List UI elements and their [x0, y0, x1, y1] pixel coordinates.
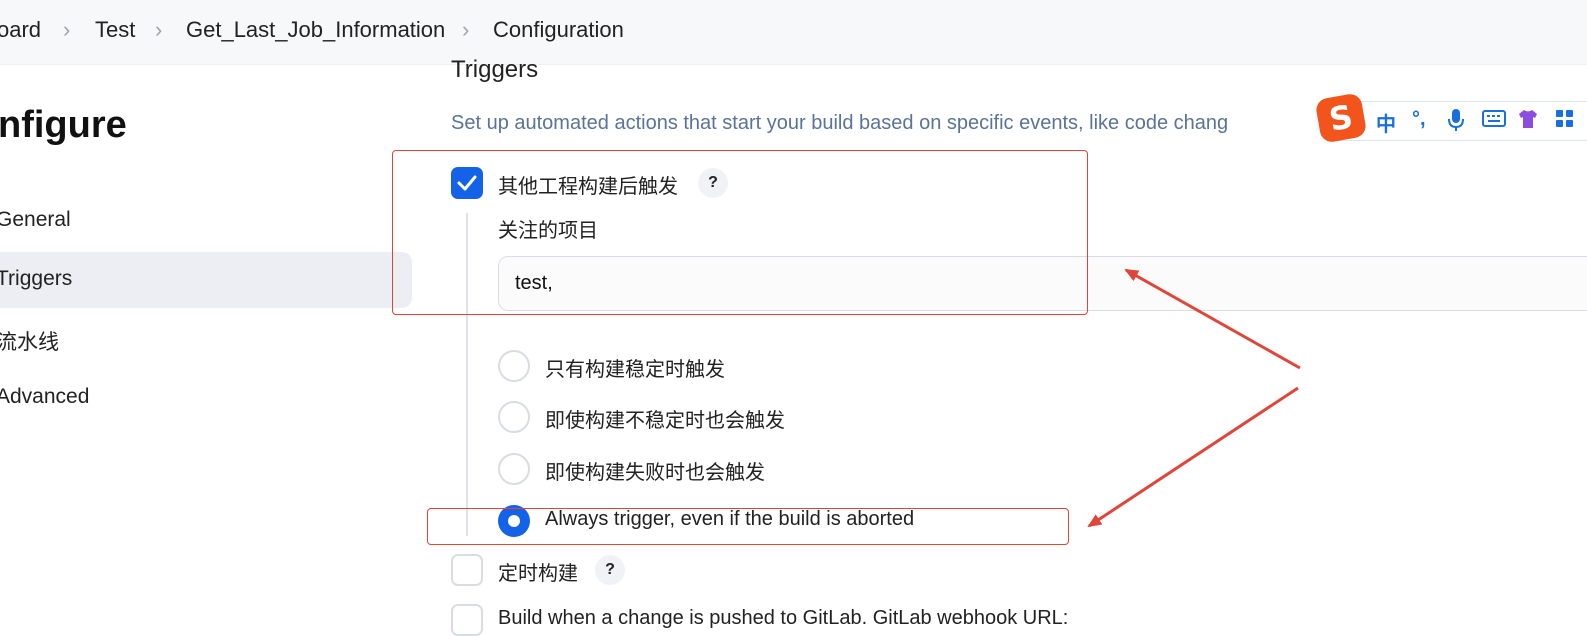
skin-icon[interactable]: [1517, 108, 1539, 136]
annotation-arrow-icon: [1087, 386, 1299, 528]
punctuation-icon[interactable]: °,: [1412, 108, 1426, 131]
keyboard-icon[interactable]: [1482, 108, 1506, 134]
apps-icon[interactable]: [1554, 108, 1576, 136]
microphone-icon[interactable]: [1446, 108, 1466, 138]
sogou-logo-icon[interactable]: S: [1314, 92, 1368, 144]
annotation-arrow-icon: [1124, 268, 1301, 370]
chinese-mode-icon[interactable]: 中: [1376, 108, 1396, 137]
